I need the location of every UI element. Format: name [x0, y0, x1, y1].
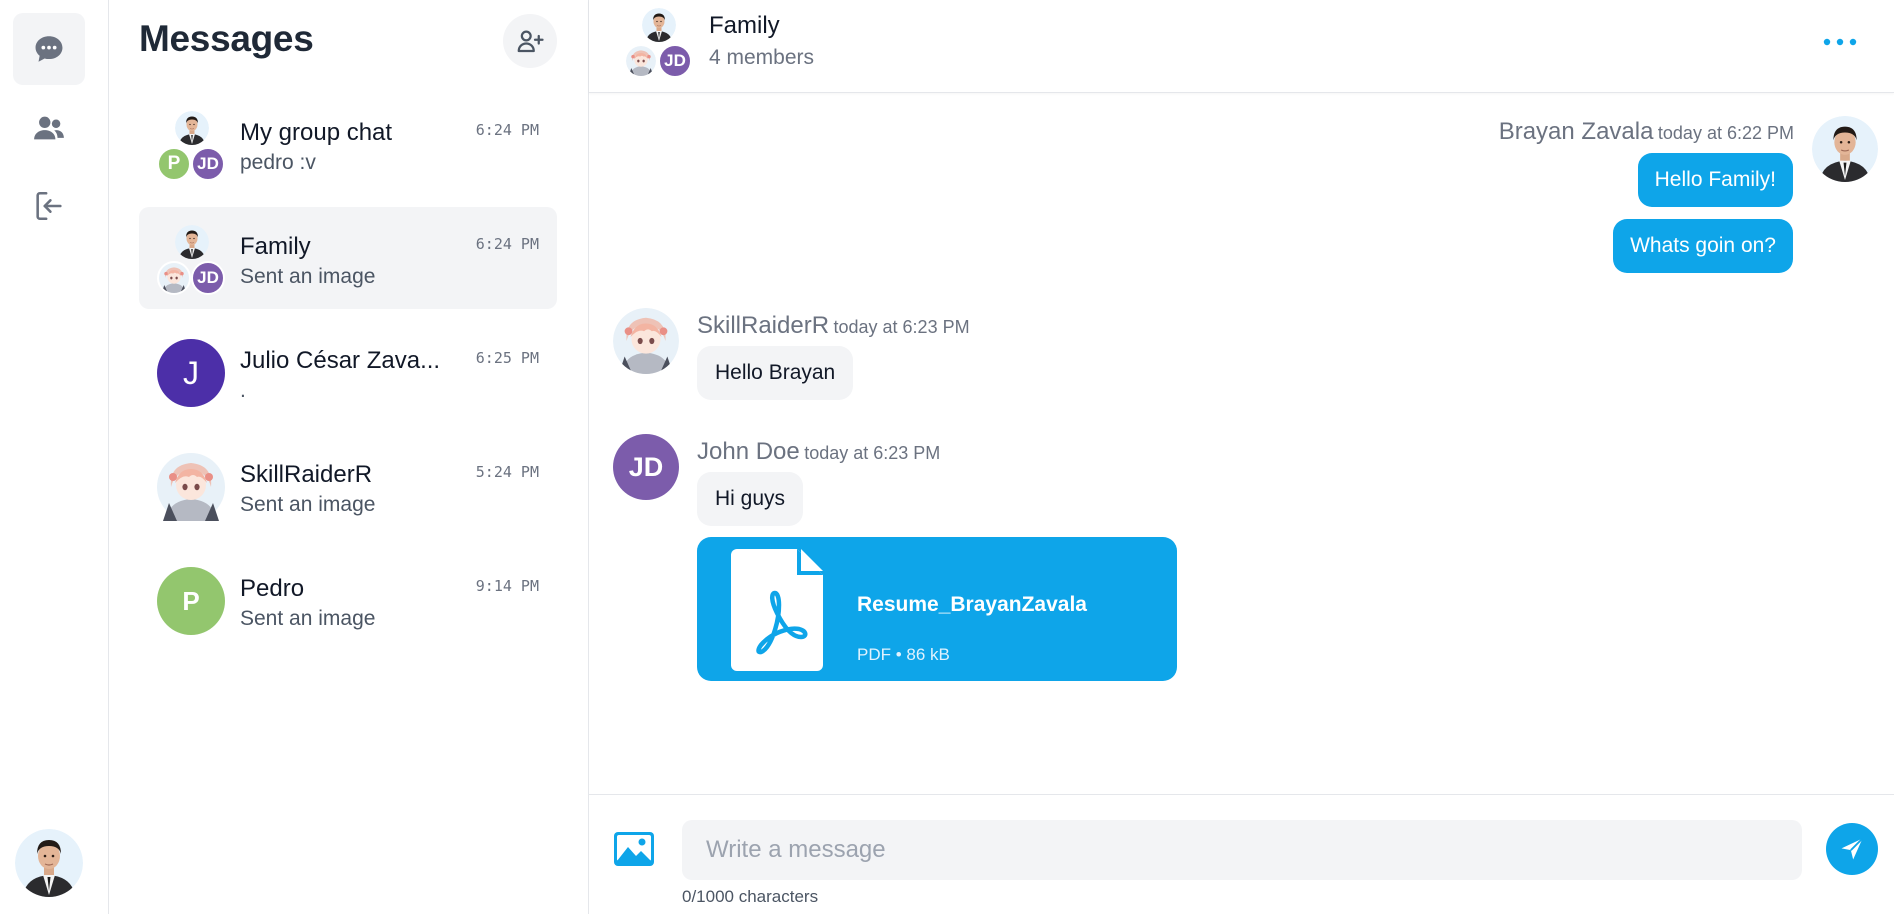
conversation-name: Julio César Zava... — [240, 347, 441, 374]
group-avatar: JD — [624, 8, 692, 78]
group-avatar: JD — [157, 225, 225, 295]
new-chat-button[interactable] — [503, 14, 557, 68]
member-avatar: JD — [191, 261, 225, 295]
conversation-item[interactable]: J Julio César Zava... . 6:25 PM — [139, 321, 557, 423]
contact-avatar: P — [157, 567, 225, 635]
send-button[interactable] — [1826, 823, 1878, 875]
conversation-list: Messages P JD My group chat pedro :v 6:2… — [109, 0, 589, 914]
message-bubble: Whats goin on? — [1613, 219, 1793, 273]
sender-avatar: JD — [613, 434, 679, 500]
file-attachment[interactable]: Resume_BrayanZavala PDF • 86 kB — [697, 537, 1177, 681]
sender-avatar — [613, 308, 679, 374]
conversation-preview: Sent an image — [240, 493, 376, 516]
conversation-preview: Sent an image — [240, 607, 376, 630]
member-avatar: P — [157, 147, 191, 181]
pdf-file-icon — [731, 549, 823, 671]
member-avatar — [157, 261, 191, 295]
contact-avatar — [157, 453, 225, 521]
member-avatar — [175, 225, 209, 259]
conversation-time: 6:24 PM — [475, 235, 539, 253]
message-bubble: Hello Brayan — [697, 346, 854, 400]
message-composer: 0/1000 characters — [589, 794, 1894, 914]
nav-contacts-button[interactable] — [13, 92, 85, 164]
conversation-preview: . — [240, 379, 246, 402]
chat-panel: JD Family 4 members Brayan Zavala today … — [589, 0, 1894, 914]
message-input[interactable] — [682, 820, 1802, 880]
member-avatar: JD — [191, 147, 225, 181]
nav-messages-button[interactable] — [13, 13, 85, 85]
chat-header: JD Family 4 members — [589, 0, 1894, 93]
message-timestamp: today at 6:23 PM — [833, 317, 970, 337]
image-icon — [614, 832, 654, 866]
more-options-button[interactable] — [1818, 22, 1862, 62]
page-title: Messages — [139, 18, 314, 59]
member-avatar — [624, 44, 658, 78]
conversation-name: Pedro — [240, 575, 305, 602]
sender-avatar — [1812, 116, 1878, 182]
message-timestamp: today at 6:23 PM — [804, 443, 941, 463]
file-name: Resume_BrayanZavala — [857, 593, 1087, 616]
conversation-item-active[interactable]: JD Family Sent an image 6:24 PM — [139, 207, 557, 309]
member-avatar — [642, 8, 676, 42]
file-meta: PDF • 86 kB — [857, 645, 950, 664]
conversation-time: 5:24 PM — [475, 463, 539, 481]
avatar-initial: J — [157, 339, 225, 407]
message-sender: SkillRaiderR — [697, 312, 830, 339]
chat-member-count: 4 members — [709, 46, 815, 69]
conversation-time: 9:14 PM — [475, 577, 539, 595]
member-avatar: JD — [658, 44, 692, 78]
users-icon — [34, 116, 64, 140]
character-count: 0/1000 characters — [682, 887, 819, 906]
conversation-time: 6:24 PM — [475, 121, 539, 139]
conversation-name: Family — [240, 233, 311, 260]
logout-icon — [36, 191, 62, 221]
chat-title: Family — [709, 12, 780, 39]
more-horizontal-icon — [1823, 38, 1857, 46]
message-meta: SkillRaiderR today at 6:23 PM — [697, 312, 970, 340]
user-plus-icon — [517, 30, 544, 53]
message-sender: Brayan Zavala — [1498, 118, 1654, 145]
contact-avatar: J — [157, 339, 225, 407]
attach-image-button[interactable] — [613, 831, 655, 867]
chat-bubble-icon — [35, 36, 63, 62]
message-bubble: Hello Family! — [1637, 153, 1793, 207]
message-sender: John Doe — [697, 438, 800, 465]
message-meta: John Doe today at 6:23 PM — [697, 438, 940, 466]
conversation-preview: Sent an image — [240, 265, 376, 288]
conversation-preview: pedro :v — [240, 151, 316, 174]
nav-rail — [0, 0, 109, 914]
conversation-name: SkillRaiderR — [240, 461, 373, 488]
message-meta: Brayan Zavala today at 6:22 PM — [1499, 118, 1794, 146]
conversation-name: My group chat — [240, 119, 393, 146]
nav-logout-button[interactable] — [13, 170, 85, 242]
message-bubble: Hi guys — [697, 472, 804, 526]
conversation-item[interactable]: SkillRaiderR Sent an image 5:24 PM — [139, 435, 557, 537]
avatar-initial: P — [157, 567, 225, 635]
conversation-item[interactable]: P JD My group chat pedro :v 6:24 PM — [139, 93, 557, 195]
member-avatar — [175, 111, 209, 145]
conversation-time: 6:25 PM — [475, 349, 539, 367]
message-timestamp: today at 6:22 PM — [1657, 123, 1794, 143]
group-avatar: P JD — [157, 111, 225, 181]
current-user-avatar[interactable] — [15, 829, 83, 897]
conversation-item[interactable]: P Pedro Sent an image 9:14 PM — [139, 549, 557, 651]
send-icon — [1841, 837, 1864, 860]
